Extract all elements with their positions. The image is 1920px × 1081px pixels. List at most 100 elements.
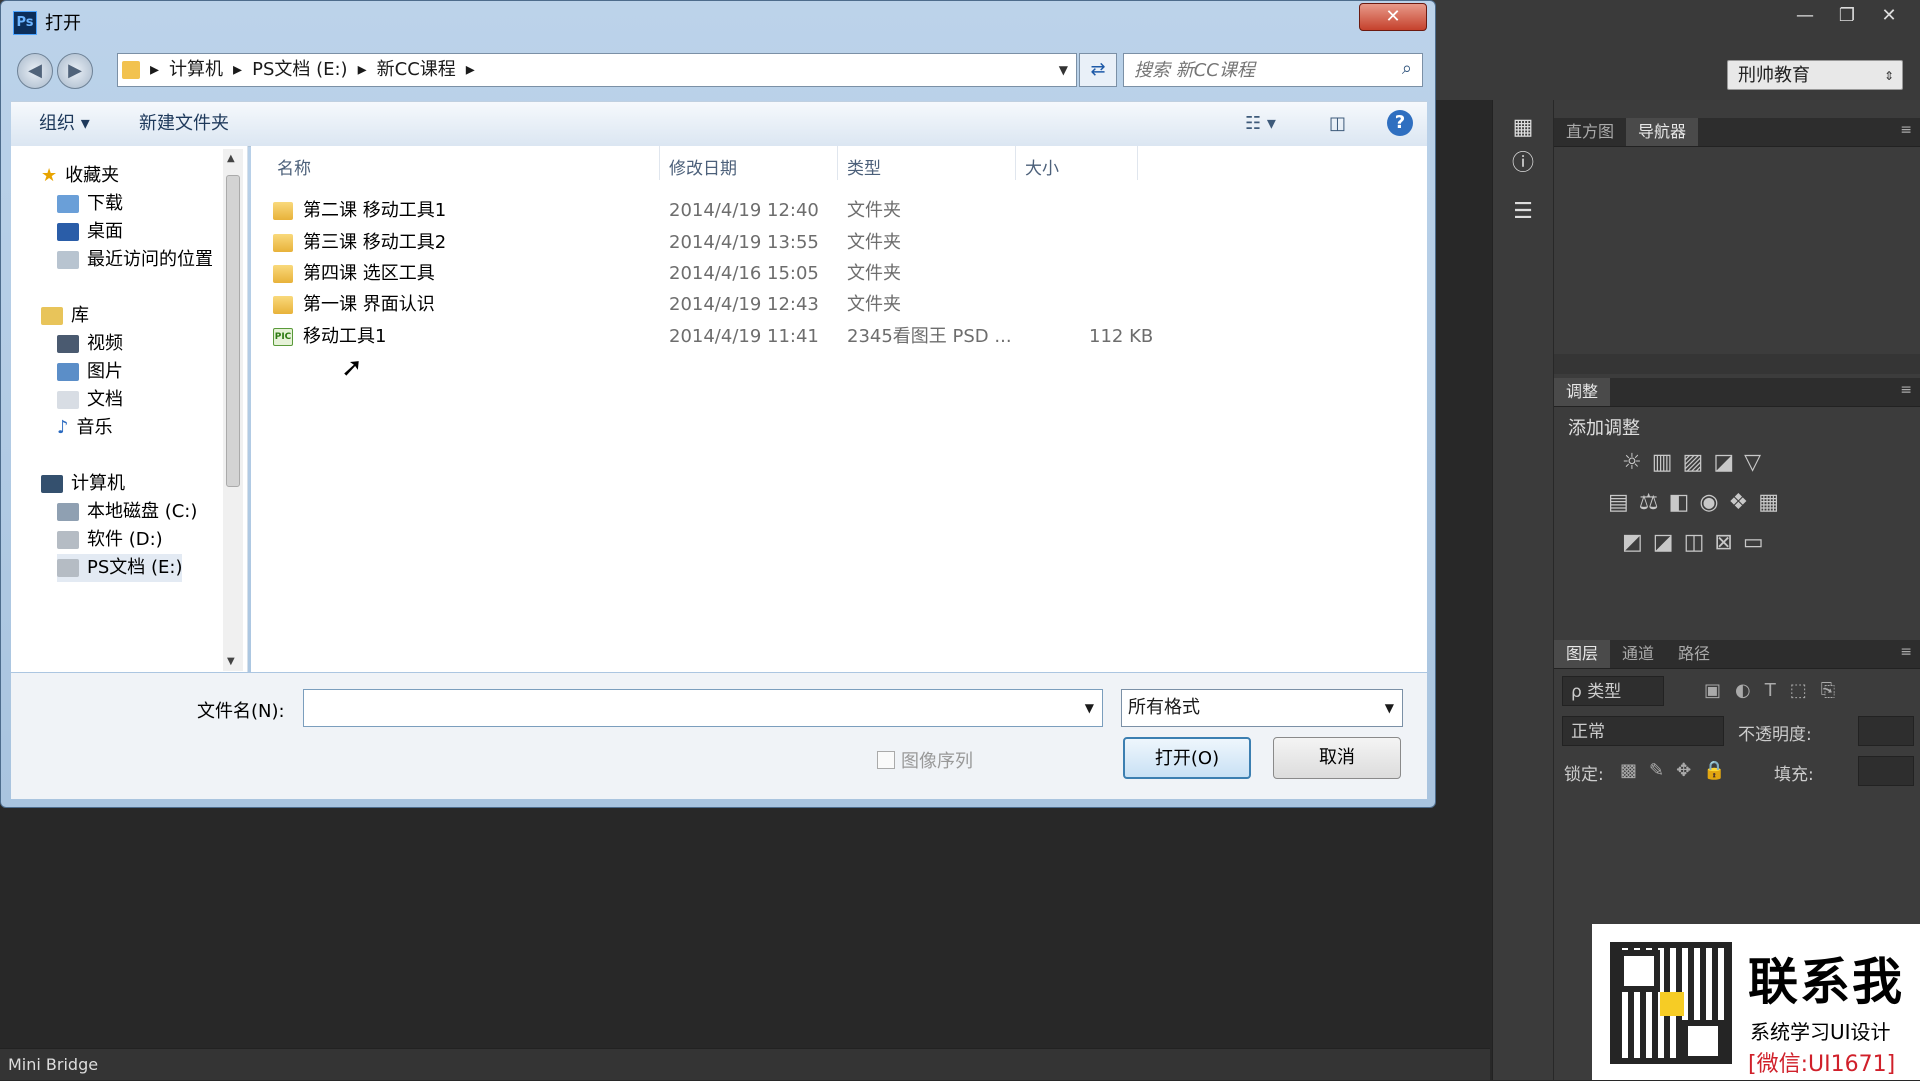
sidebar-item-downloads[interactable]: 下载 (57, 190, 123, 218)
search-icon[interactable]: ⌕ (1402, 58, 1412, 79)
file-row[interactable]: 第一课 界面认识 2014/4/19 12:43 文件夹 (273, 290, 1413, 320)
tab-layers[interactable]: 图层 (1554, 640, 1611, 668)
hue-saturation-icon[interactable]: ▤ (1608, 490, 1629, 515)
chevron-down-icon[interactable]: ▼ (1085, 690, 1094, 726)
threshold-icon[interactable]: ◫ (1684, 530, 1705, 555)
scroll-up-icon[interactable]: ▲ (227, 153, 235, 164)
open-button[interactable]: 打开(O) (1123, 737, 1251, 779)
file-format-select[interactable]: 所有格式 ▼ (1121, 689, 1403, 727)
sidebar-item-videos[interactable]: 视频 (57, 330, 123, 358)
channel-mixer-icon[interactable]: ❖ (1729, 490, 1749, 515)
navigator-zoom-slider[interactable] (1554, 354, 1920, 374)
sidebar-item-documents[interactable]: 文档 (57, 386, 123, 414)
organize-button[interactable]: 组织 ▾ (39, 102, 90, 146)
column-divider[interactable] (659, 146, 660, 180)
levels-icon[interactable]: ▥ (1652, 450, 1673, 475)
column-header-size[interactable]: 大小 (1025, 154, 1059, 179)
sidebar-item-desktop[interactable]: 桌面 (57, 218, 123, 246)
panel-menu-icon[interactable]: ≡ (1900, 122, 1912, 138)
filename-input[interactable] (308, 690, 1052, 726)
black-white-icon[interactable]: ◧ (1669, 490, 1690, 515)
adjustment-filter-icon[interactable]: ◐ (1735, 680, 1751, 701)
curves-icon[interactable]: ▨ (1683, 450, 1704, 475)
tab-navigator[interactable]: 导航器 (1626, 118, 1699, 146)
sidebar-item-drive-e[interactable]: PS文档 (E:) (57, 554, 183, 582)
layer-filter-select[interactable]: ρ 类型 (1562, 676, 1664, 706)
brightness-icon[interactable]: ☼ (1622, 450, 1642, 475)
column-divider[interactable] (1015, 146, 1016, 180)
panel-menu-icon[interactable]: ≡ (1900, 382, 1912, 398)
column-divider[interactable] (837, 146, 838, 180)
tab-adjustments[interactable]: 调整 (1554, 378, 1611, 406)
breadcrumb-drive[interactable]: PS文档 (E:) (252, 54, 347, 86)
breadcrumb-computer[interactable]: 计算机 (169, 54, 223, 86)
view-options-icon[interactable]: ☷ ▾ (1245, 110, 1276, 138)
cancel-button[interactable]: 取消 (1273, 737, 1401, 779)
sidebar-item-drive-d[interactable]: 软件 (D:) (57, 526, 163, 554)
address-bar[interactable]: ▸ 计算机 ▸ PS文档 (E:) ▸ 新CC课程 ▸ ▼ (117, 53, 1077, 87)
properties-panel-icon[interactable]: ☰ (1507, 196, 1539, 228)
smart-object-filter-icon[interactable]: ⎘ (1821, 680, 1835, 701)
invert-icon[interactable]: ◩ (1622, 530, 1643, 555)
sidebar-libraries[interactable]: 库 (41, 302, 89, 330)
blend-mode-select[interactable]: 正常 (1562, 716, 1724, 746)
sidebar-computer[interactable]: 计算机 (41, 470, 125, 498)
new-folder-button[interactable]: 新建文件夹 (139, 102, 229, 146)
tab-channels[interactable]: 通道 (1610, 640, 1666, 668)
selective-color-icon[interactable]: ▭ (1743, 530, 1764, 555)
sidebar-favorites[interactable]: ★ 收藏夹 (41, 162, 119, 190)
column-header-date[interactable]: 修改日期 (669, 154, 737, 179)
lock-all-icon[interactable]: 🔒 (1703, 760, 1725, 781)
file-row[interactable]: 第二课 移动工具1 2014/4/19 12:40 文件夹 (273, 196, 1413, 226)
panel-menu-icon[interactable]: ≡ (1900, 644, 1912, 660)
breadcrumb-folder[interactable]: 新CC课程 (377, 54, 456, 86)
close-icon[interactable]: ✕ (1870, 2, 1908, 30)
sidebar-item-recent[interactable]: 最近访问的位置 (57, 246, 213, 274)
minimize-icon[interactable]: — (1786, 2, 1824, 30)
file-row[interactable]: 第四课 选区工具 2014/4/16 15:05 文件夹 (273, 259, 1413, 289)
tab-paths[interactable]: 路径 (1666, 640, 1722, 668)
lock-brush-icon[interactable]: ✎ (1649, 760, 1664, 781)
maximize-icon[interactable]: ❐ (1828, 2, 1866, 30)
column-divider[interactable] (1137, 146, 1138, 180)
search-input[interactable] (1132, 54, 1376, 86)
column-header-type[interactable]: 类型 (847, 154, 881, 179)
scroll-down-icon[interactable]: ▼ (227, 656, 235, 667)
fill-input[interactable] (1858, 756, 1914, 786)
info-icon[interactable]: ⓘ (1507, 148, 1539, 180)
scrollbar-thumb[interactable] (226, 175, 240, 487)
sidebar-item-music[interactable]: ♪ 音乐 (57, 414, 113, 442)
pixel-filter-icon[interactable]: ▣ (1704, 680, 1721, 701)
lock-transparency-icon[interactable]: ▩ (1620, 760, 1637, 781)
type-filter-icon[interactable]: T (1765, 680, 1776, 701)
checkbox-box[interactable] (877, 751, 895, 769)
color-balance-icon[interactable]: ⚖ (1639, 490, 1659, 515)
tab-histogram[interactable]: 直方图 (1554, 118, 1626, 146)
exposure-icon[interactable]: ◪ (1713, 450, 1734, 475)
file-row[interactable]: PIC 移动工具1 2014/4/19 11:41 2345看图王 PSD ..… (273, 322, 1413, 352)
dialog-close-button[interactable]: ✕ (1359, 3, 1427, 31)
refresh-icon[interactable]: ⇄ (1079, 53, 1117, 87)
sidebar-item-pictures[interactable]: 图片 (57, 358, 123, 386)
lock-move-icon[interactable]: ✥ (1676, 760, 1691, 781)
sidebar-scrollbar[interactable]: ▲ ▼ (223, 149, 243, 671)
image-sequence-checkbox[interactable]: 图像序列 (877, 747, 973, 773)
gradient-map-icon[interactable]: ⊠ (1714, 530, 1732, 555)
mini-bridge-tab[interactable]: Mini Bridge (0, 1048, 1490, 1080)
color-lookup-icon[interactable]: ▦ (1758, 490, 1779, 515)
opacity-input[interactable] (1858, 716, 1914, 746)
photo-filter-icon[interactable]: ◉ (1699, 490, 1718, 515)
forward-arrow-icon[interactable]: ▶ (57, 53, 93, 89)
file-row[interactable]: 第三课 移动工具2 2014/4/19 13:55 文件夹 (273, 228, 1413, 258)
shape-filter-icon[interactable]: ⬚ (1790, 680, 1807, 701)
help-icon[interactable]: ? (1387, 110, 1413, 136)
posterize-icon[interactable]: ◪ (1653, 530, 1674, 555)
dialog-titlebar[interactable]: Ps 打开 ✕ (1, 1, 1435, 41)
workspace-select[interactable]: 刑帅教育 ⇕ (1727, 60, 1903, 90)
preview-pane-icon[interactable]: ◫ (1329, 110, 1346, 138)
history-panel-icon[interactable]: ▦ (1507, 112, 1539, 144)
chevron-down-icon[interactable]: ▼ (1059, 54, 1068, 86)
back-arrow-icon[interactable]: ◀ (17, 53, 53, 89)
vibrance-icon[interactable]: ▽ (1744, 450, 1761, 475)
column-header-name[interactable]: 名称 (277, 154, 311, 179)
